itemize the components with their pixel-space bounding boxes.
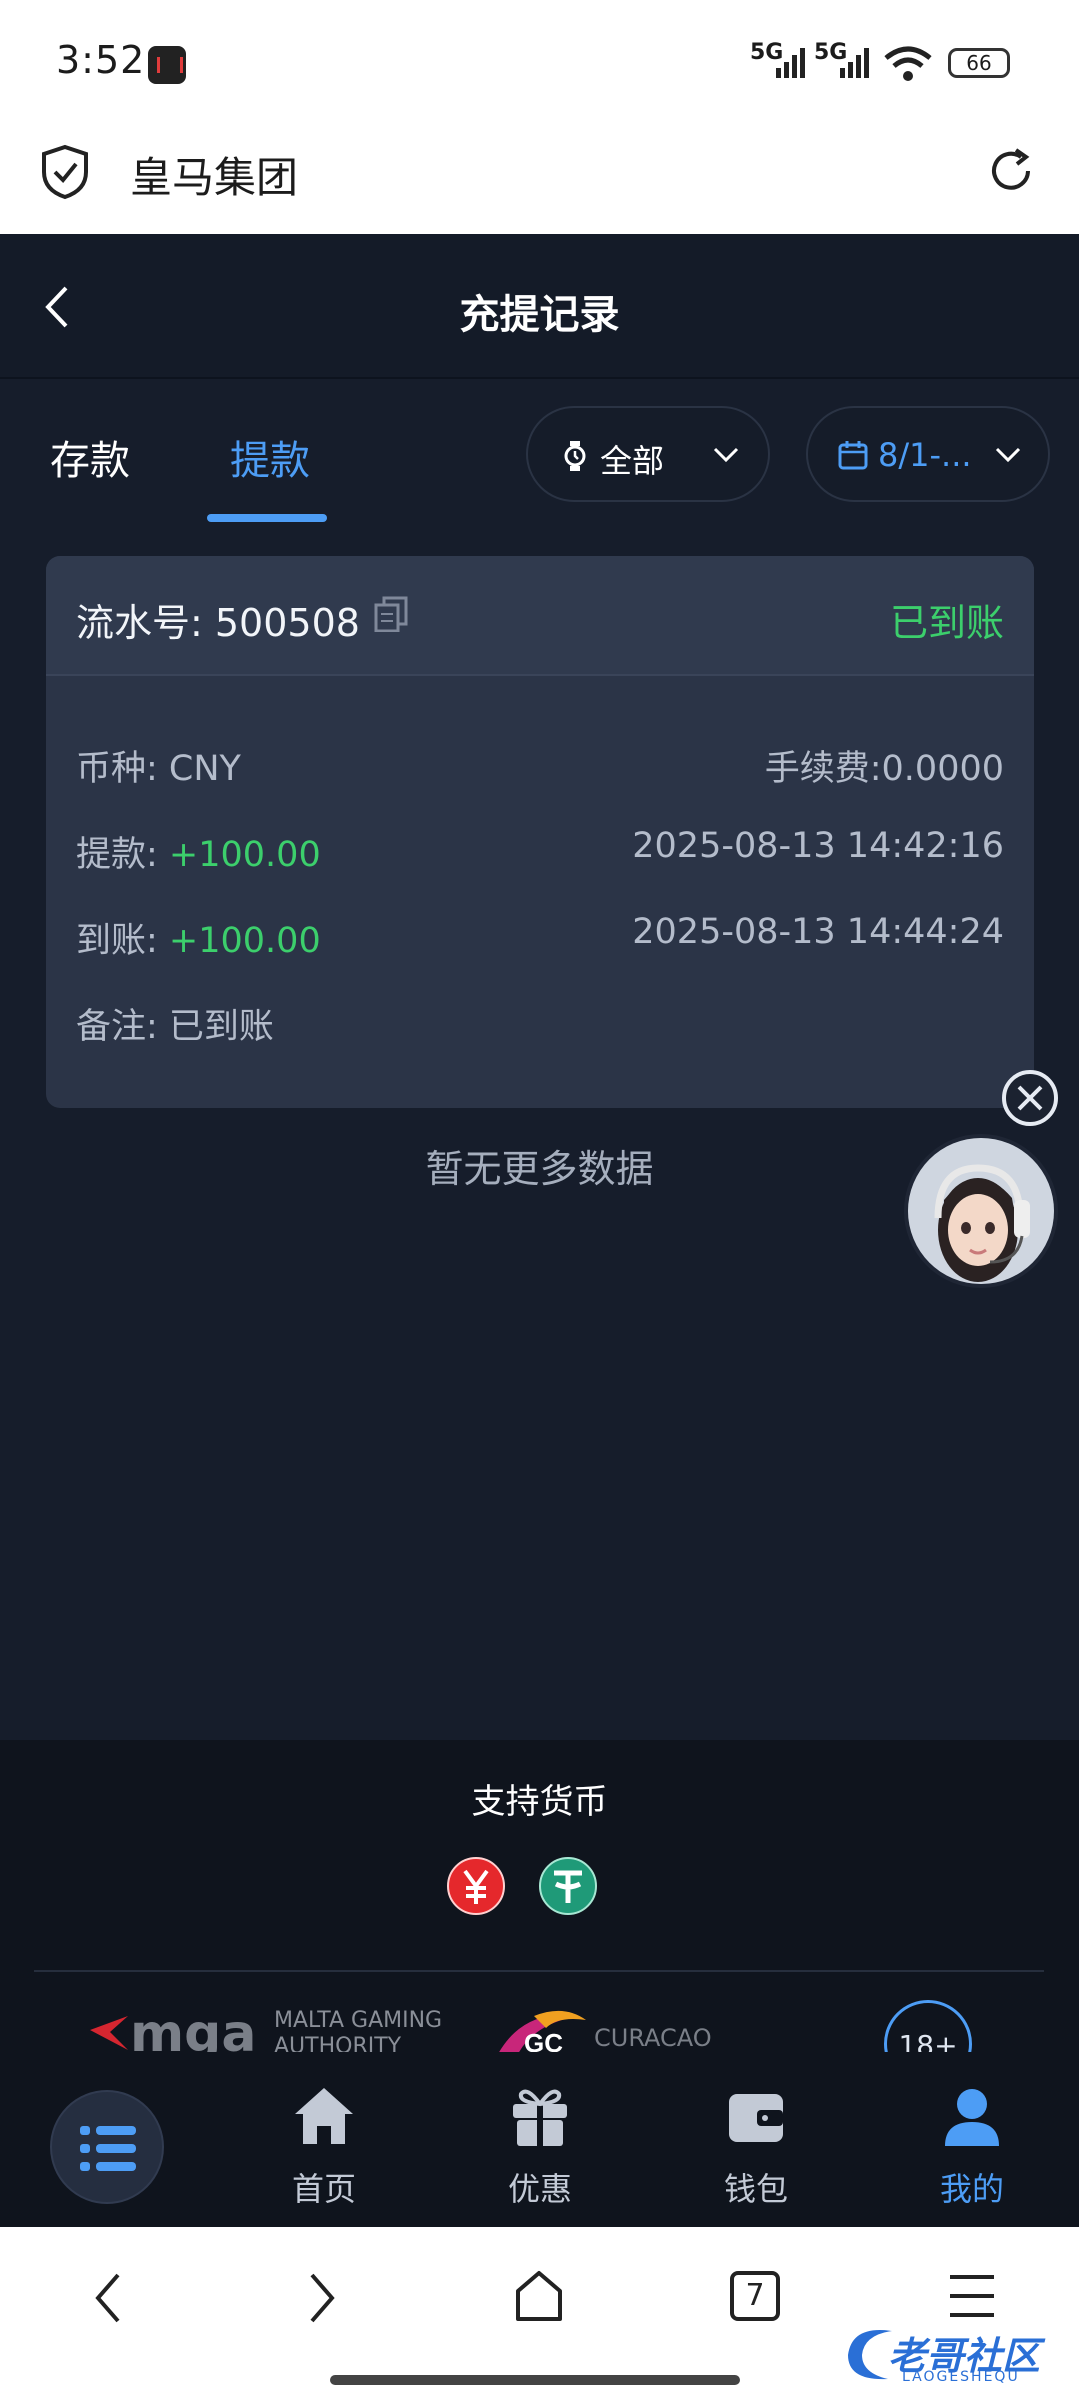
active-tab-indicator [207, 514, 327, 522]
withdraw-amount: +100.00 [168, 835, 321, 875]
refresh-icon[interactable] [986, 146, 1036, 196]
wifi-icon [884, 46, 932, 81]
chevron-down-icon [713, 447, 739, 463]
home-icon [295, 2088, 353, 2144]
chevron-down-icon [995, 447, 1021, 463]
browser-forward-icon[interactable] [302, 2269, 342, 2327]
recorder-icon [148, 46, 186, 84]
battery-level: 66 [966, 51, 992, 75]
serial-number: 流水号: 500508 [76, 601, 360, 645]
nav-promotions[interactable]: 优惠 [470, 2084, 610, 2208]
record-card-header: 流水号: 500508 已到账 [46, 556, 1034, 676]
status-filter-value: 全部 [600, 442, 665, 480]
browser-menu-icon[interactable] [946, 2273, 998, 2319]
wallet-icon [729, 2094, 783, 2142]
nav-promotions-label: 优惠 [507, 2170, 572, 2208]
watermark-sub: LAOGESHEQU [902, 2369, 1020, 2385]
arrive-amount: +100.00 [168, 921, 321, 961]
nav-profile-label: 我的 [939, 2170, 1004, 2208]
currency-text: 币种: CNY [76, 749, 241, 789]
gc-logo-icon: GC [499, 2010, 586, 2052]
age-text: 18+ [898, 2029, 958, 2052]
fee-text: 手续费:0.0000 [764, 749, 1004, 789]
gesture-bar [330, 2375, 740, 2385]
status-filter-dropdown[interactable]: 全部 [526, 406, 770, 502]
browser-back-icon[interactable] [88, 2269, 128, 2327]
mga-text-1: MALTA GAMING [274, 2008, 443, 2033]
status-badge: 已到账 [889, 601, 1004, 645]
supported-currency-title: 支持货币 [471, 1782, 608, 1822]
gift-icon [513, 2089, 567, 2146]
record-card: 流水号: 500508 已到账 币种: CNY 手续费:0.0000 提款: +… [46, 556, 1034, 1108]
svg-text:GC: GC [524, 2028, 563, 2052]
nav-wallet-label: 钱包 [723, 2170, 788, 2208]
copy-icon[interactable] [374, 596, 408, 632]
customer-service-avatar[interactable] [904, 1134, 1058, 1288]
withdraw-label: 提款: [76, 835, 169, 875]
browser-nav-bar: 7 老哥社区 LAOGESHEQU [0, 2227, 1079, 2400]
menu-icon [80, 2126, 136, 2171]
date-filter-value: 8/1-... [878, 436, 972, 474]
mga-arrow-icon [90, 2016, 128, 2050]
battery-icon: 66 [948, 48, 1010, 78]
withdraw-time: 2025-08-13 14:42:16 [632, 826, 1004, 866]
support-agent-icon [908, 1138, 1054, 1284]
app-header: 充提记录 [0, 234, 1079, 379]
arrive-amount-row: 到账: +100.00 [76, 912, 321, 963]
watch-icon [564, 441, 586, 471]
signal-bars-icon [776, 48, 805, 78]
browser-bar: 皇马集团 [0, 128, 1079, 234]
license-logos: mga MALTA GAMING AUTHORITY GC CURACAO 18… [0, 1998, 1079, 2052]
user-icon [945, 2089, 999, 2146]
calendar-icon [838, 441, 868, 470]
mga-logo: mga [130, 2004, 257, 2052]
withdraw-amount-row: 提款: +100.00 [76, 826, 321, 877]
status-time: 3:52 [56, 38, 146, 82]
tabs-count-button[interactable]: 7 [730, 2271, 780, 2321]
nav-wallet[interactable]: 钱包 [686, 2084, 826, 2208]
status-bar: 3:52 5G 5G 66 [0, 0, 1079, 128]
arrive-time: 2025-08-13 14:44:24 [632, 912, 1004, 952]
browser-home-icon[interactable] [510, 2267, 568, 2325]
page-title: 充提记录 [459, 292, 620, 338]
date-filter-dropdown[interactable]: 8/1-... [806, 406, 1050, 502]
yuan-icon [447, 1857, 505, 1915]
mga-text-2: AUTHORITY [274, 2034, 402, 2052]
nav-profile[interactable]: 我的 [902, 2084, 1042, 2208]
arrive-label: 到账: [76, 921, 169, 961]
shield-check-icon[interactable] [40, 144, 90, 200]
tabs-count: 7 [745, 2278, 765, 2313]
site-title: 皇马集团 [130, 153, 299, 202]
tab-deposit[interactable]: 存款 [50, 428, 130, 486]
signal-bars-icon-2 [840, 48, 869, 78]
watermark: 老哥社区 LAOGESHEQU [842, 2323, 1062, 2393]
nav-home-label: 首页 [291, 2170, 356, 2208]
close-icon[interactable] [1000, 1068, 1060, 1128]
note-text: 备注: 已到账 [76, 1007, 274, 1047]
divider [34, 1970, 1044, 1972]
nav-menu[interactable] [50, 2090, 164, 2204]
gc-text: CURACAO [594, 2024, 712, 2052]
tab-withdraw[interactable]: 提款 [230, 428, 310, 486]
age-badge: 18+ [884, 2000, 972, 2052]
nav-home[interactable]: 首页 [254, 2084, 394, 2208]
tether-icon [539, 1857, 597, 1915]
